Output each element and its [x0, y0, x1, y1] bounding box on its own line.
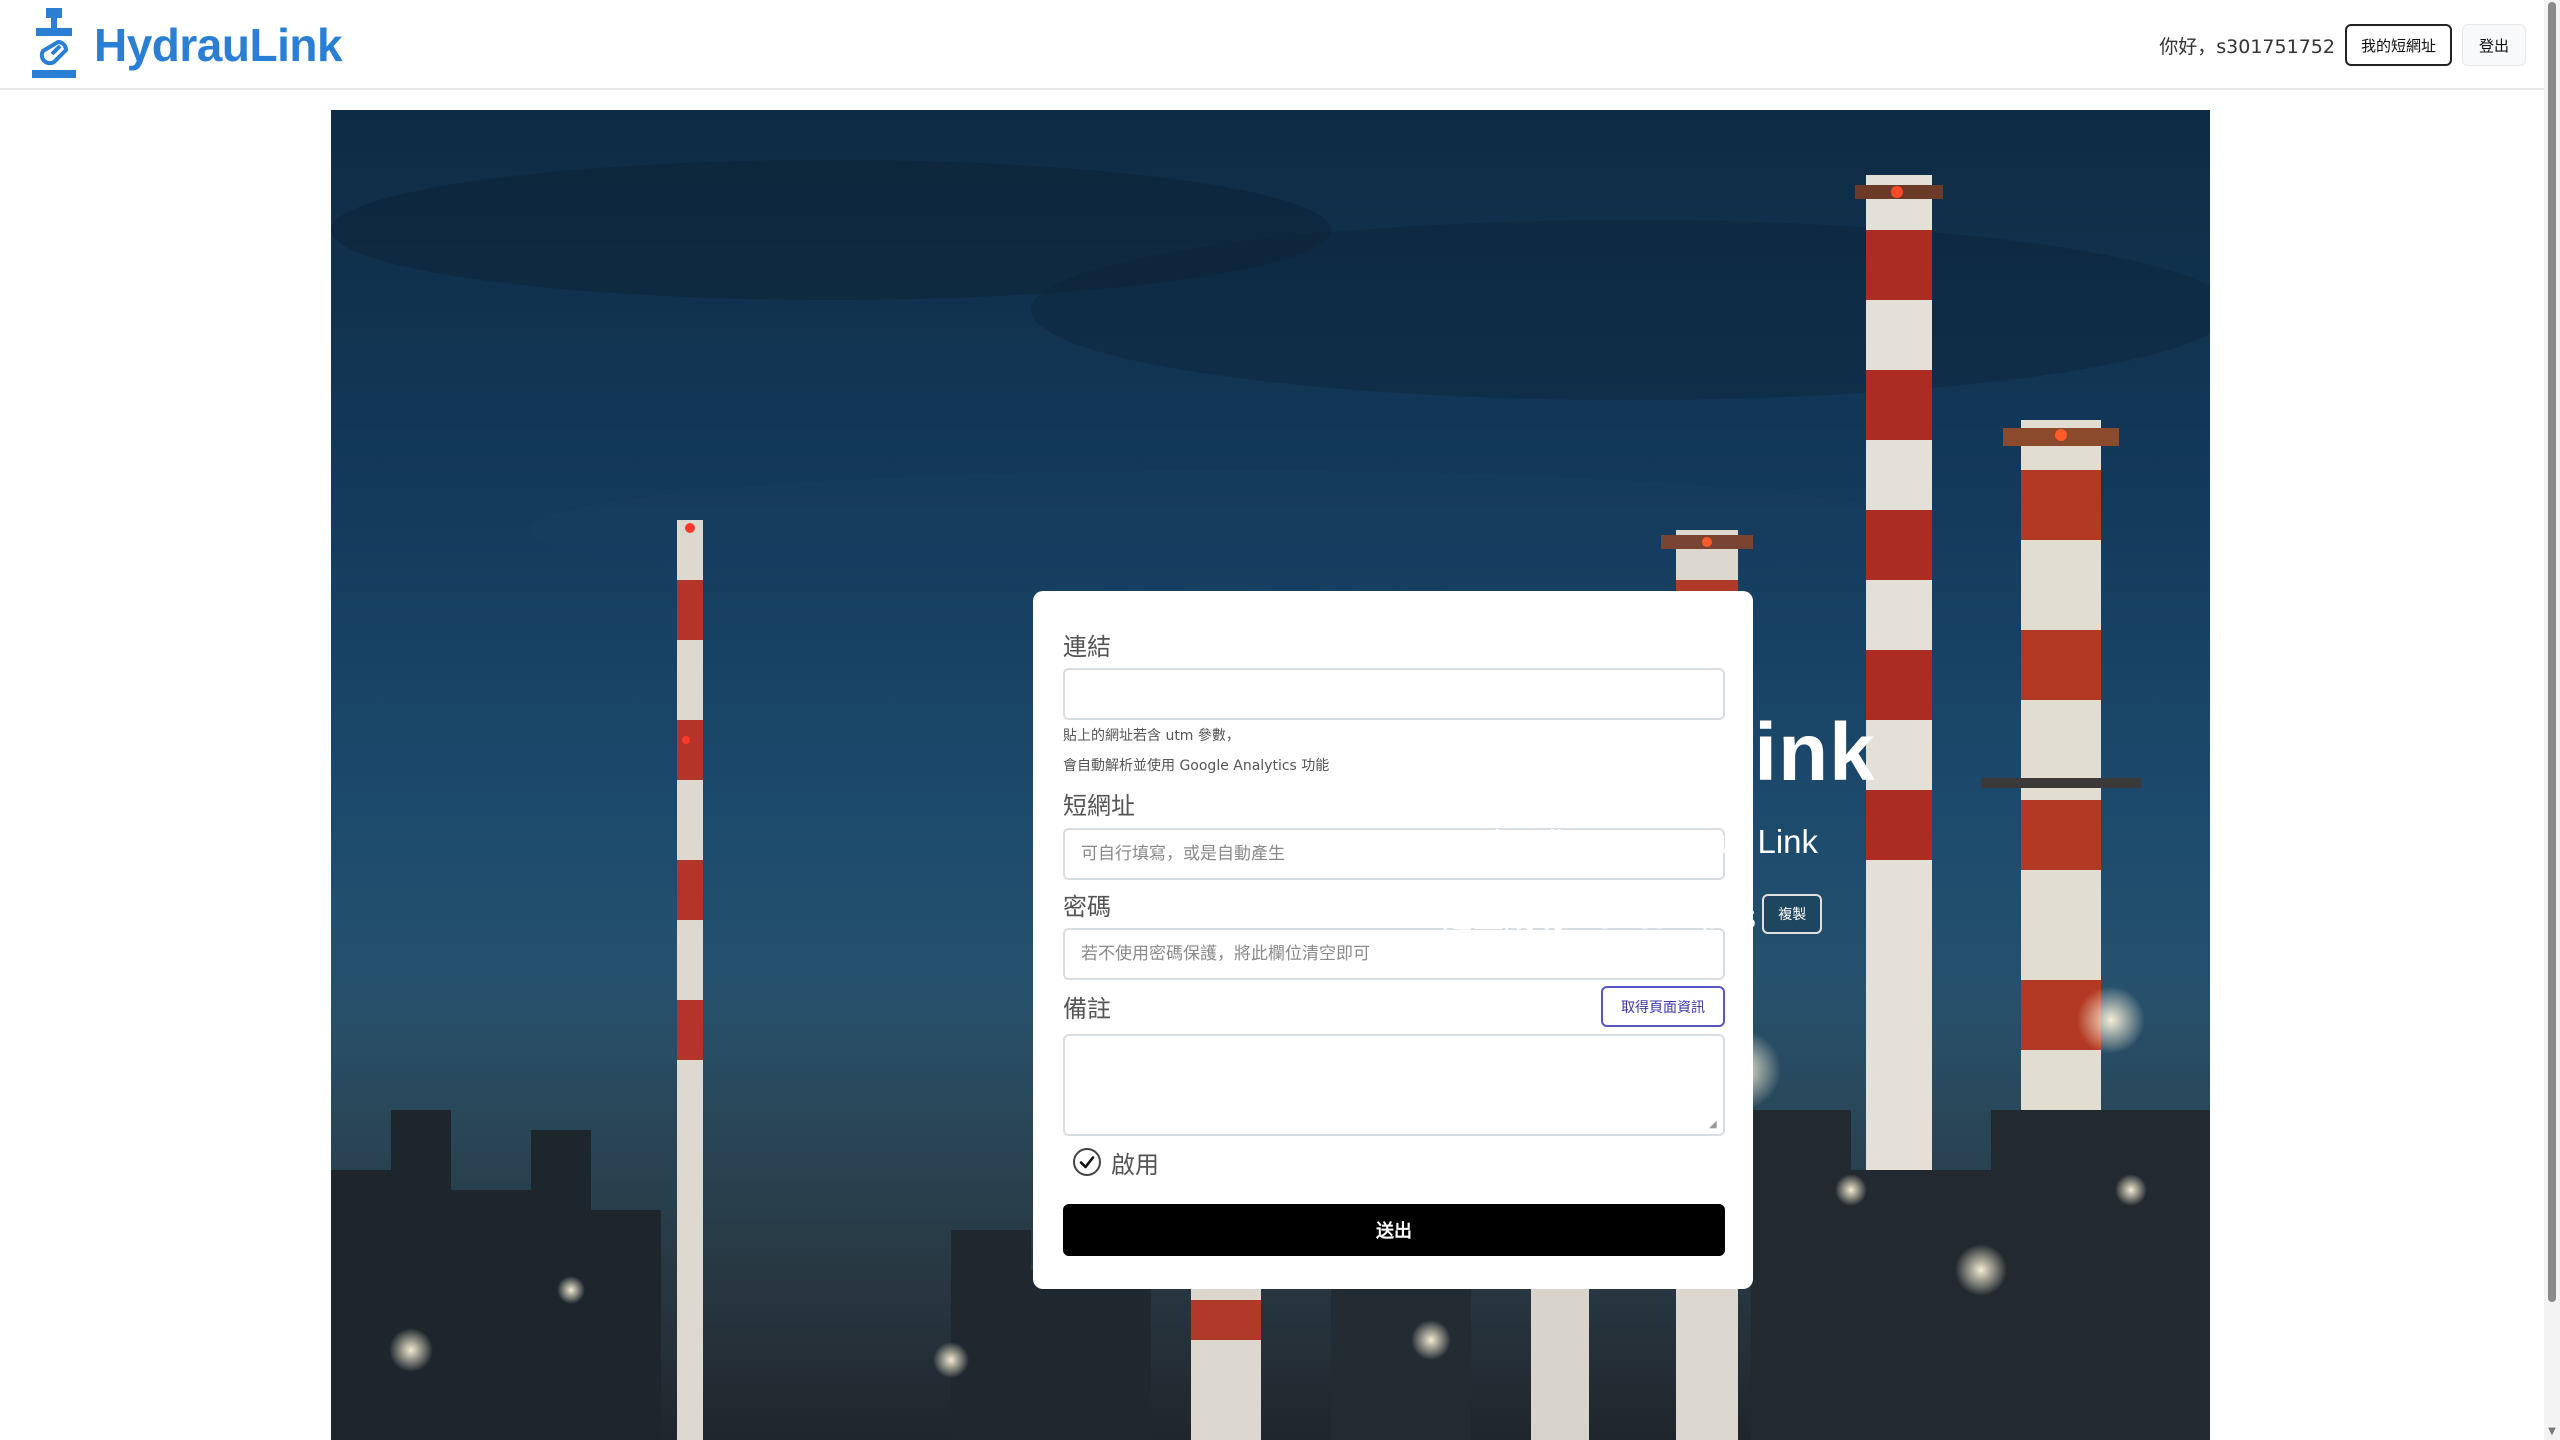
page-scrollbar[interactable]: ▼	[2544, 0, 2560, 1440]
hero-subtitle: Hydraulic Press Your Link	[1442, 823, 1819, 860]
password-label: 密碼	[1063, 893, 1111, 921]
user-nav: 你好，s301751752 我的短網址 登出	[2159, 24, 2526, 66]
scroll-down-arrow-icon[interactable]: ▼	[2546, 1426, 2558, 1438]
result-message: 建立成功：5xcampus	[1442, 899, 1757, 936]
hero-title: Hydraulink	[1442, 707, 1876, 798]
create-link-form: 連結 貼上的網址若含 utm 參數， 會自動解析並使用 Google Analy…	[1033, 591, 1753, 1289]
checkmark-icon	[1079, 1156, 1095, 1169]
enable-checkbox[interactable]	[1073, 1148, 1101, 1176]
brand-logo[interactable]: HydrauLink	[22, 6, 343, 84]
enable-toggle[interactable]: 啟用	[1073, 1142, 1159, 1182]
scrollbar-thumb[interactable]	[2548, 2, 2556, 1302]
copy-button[interactable]: 複製	[1762, 894, 1823, 934]
top-navbar: HydrauLink 你好，s301751752 我的短網址 登出	[0, 0, 2544, 90]
fetch-page-info-button[interactable]: 取得頁面資訊	[1601, 986, 1725, 1027]
create-result: 建立成功：5xcampus 複製	[1442, 892, 1823, 936]
note-textarea[interactable]: ◢	[1063, 1034, 1725, 1136]
brand-name: HydrauLink	[94, 19, 343, 71]
link-label: 連結	[1063, 633, 1111, 661]
link-help-line1: 貼上的網址若含 utm 參數，	[1063, 728, 1240, 744]
short-url-label: 短網址	[1063, 792, 1135, 820]
hero-banner: 連結 貼上的網址若含 utm 參數， 會自動解析並使用 Google Analy…	[331, 110, 2210, 1440]
link-help-line2: 會自動解析並使用 Google Analytics 功能	[1063, 758, 1330, 774]
note-label: 備註	[1063, 995, 1111, 1023]
user-greeting: 你好，s301751752	[2159, 35, 2335, 58]
my-links-button[interactable]: 我的短網址	[2344, 24, 2452, 66]
logout-button[interactable]: 登出	[2461, 24, 2526, 66]
hydraulic-press-icon	[32, 8, 76, 78]
submit-button[interactable]: 送出	[1063, 1204, 1725, 1256]
enable-label: 啟用	[1111, 1150, 1159, 1179]
resize-grip-icon[interactable]: ◢	[1709, 1120, 1719, 1130]
